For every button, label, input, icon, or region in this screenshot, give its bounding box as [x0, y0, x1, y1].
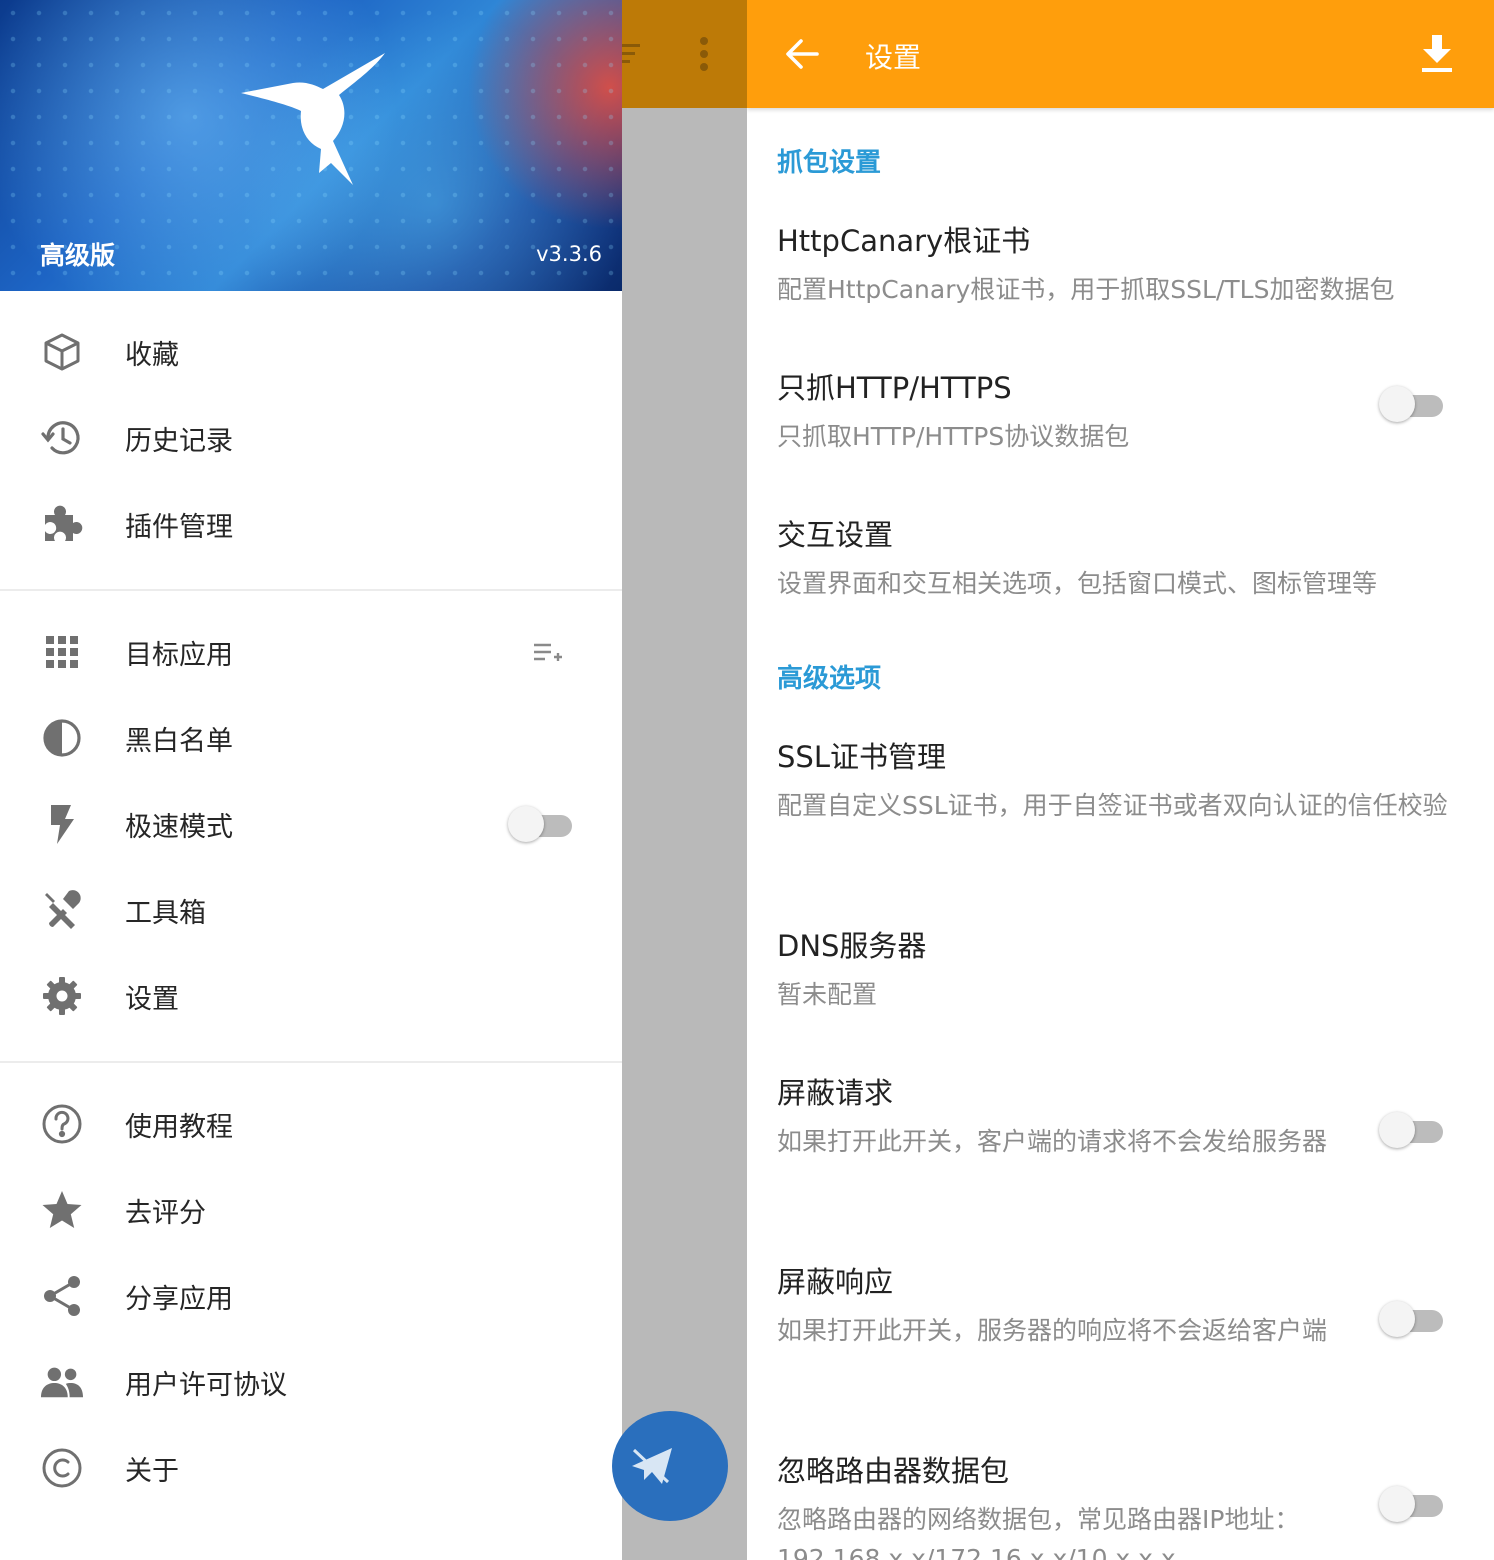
- menu-item-plugins[interactable]: 插件管理: [0, 481, 622, 567]
- app-bar: 设置: [747, 0, 1494, 108]
- menu-item-share[interactable]: 分享应用: [0, 1253, 622, 1339]
- pref-title: 屏蔽请求: [777, 1076, 894, 1110]
- menu-item-blacklist-whitelist[interactable]: 黑白名单: [0, 695, 622, 781]
- menu-item-target-apps[interactable]: 目标应用: [0, 609, 622, 695]
- http-only-switch[interactable]: [1379, 384, 1445, 424]
- drawer-divider: [0, 1061, 622, 1063]
- pref-summary: 暂未配置: [777, 980, 878, 1009]
- paper-plane-off-icon: [632, 1448, 672, 1484]
- menu-item-favorites[interactable]: 收藏: [0, 309, 622, 395]
- menu-item-about[interactable]: 关于: [0, 1425, 622, 1511]
- pref-dns-server[interactable]: DNS服务器 暂未配置: [777, 923, 1467, 1014]
- menu-label: 目标应用: [125, 639, 233, 671]
- menu-label: 极速模式: [125, 811, 233, 843]
- apps-grid-icon: [40, 630, 84, 674]
- plan-label: 高级版: [40, 241, 116, 270]
- section-title-capture: 抓包设置: [777, 148, 882, 178]
- pref-title: 屏蔽响应: [777, 1265, 894, 1299]
- pref-interaction[interactable]: 交互设置 设置界面和交互相关选项，包括窗口模式、图标管理等: [777, 512, 1467, 603]
- block-response-switch[interactable]: [1379, 1299, 1445, 1339]
- menu-label: 去评分: [125, 1197, 206, 1229]
- puzzle-icon: [40, 502, 84, 546]
- add-to-list-icon[interactable]: [533, 642, 563, 664]
- pref-block-response[interactable]: 屏蔽响应 如果打开此开关，服务器的响应将不会返给客户端: [777, 1259, 1337, 1350]
- menu-label: 插件管理: [125, 511, 233, 543]
- more-vert-icon: [700, 37, 708, 71]
- download-icon[interactable]: [1420, 33, 1454, 73]
- drawer-header: 高级版 v3.3.6: [0, 0, 622, 291]
- back-arrow-icon[interactable]: [783, 34, 823, 74]
- page-title: 设置: [865, 41, 922, 74]
- filter-icon: [622, 44, 640, 63]
- history-icon: [40, 416, 84, 460]
- capture-fab: [612, 1411, 728, 1521]
- pref-ssl-certificates[interactable]: SSL证书管理 配置自定义SSL证书，用于自签证书或者双向认证的信任校验: [777, 734, 1467, 825]
- copyright-icon: [40, 1446, 84, 1490]
- pref-summary: 设置界面和交互相关选项，包括窗口模式、图标管理等: [777, 569, 1378, 598]
- pref-http-only[interactable]: 只抓HTTP/HTTPS 只抓取HTTP/HTTPS协议数据包: [777, 365, 1337, 456]
- menu-label: 设置: [125, 983, 179, 1015]
- menu-label: 分享应用: [125, 1283, 233, 1315]
- star-icon: [40, 1188, 84, 1232]
- pref-summary: 如果打开此开关，服务器的响应将不会返给客户端: [777, 1316, 1328, 1345]
- version-label: v3.3.6: [536, 242, 602, 266]
- menu-label: 使用教程: [125, 1111, 233, 1143]
- pref-summary: 配置HttpCanary根证书，用于抓取SSL/TLS加密数据包: [777, 275, 1395, 304]
- share-icon: [40, 1274, 84, 1318]
- pref-summary: 如果打开此开关，客户端的请求将不会发给服务器: [777, 1127, 1328, 1156]
- menu-item-history[interactable]: 历史记录: [0, 395, 622, 481]
- menu-label: 收藏: [125, 339, 179, 371]
- cube-icon: [40, 330, 84, 374]
- menu-item-settings[interactable]: 设置: [0, 953, 622, 1039]
- flash-icon: [40, 802, 84, 846]
- menu-label: 用户许可协议: [125, 1369, 287, 1401]
- pref-ignore-router[interactable]: 忽略路由器数据包 忽略路由器的网络数据包，常见路由器IP地址：192.168.x…: [777, 1448, 1337, 1560]
- menu-label: 历史记录: [125, 425, 233, 457]
- block-request-switch[interactable]: [1379, 1110, 1445, 1150]
- pref-title: 只抓HTTP/HTTPS: [777, 371, 1012, 405]
- menu-label: 关于: [125, 1455, 179, 1487]
- pref-title: HttpCanary根证书: [777, 224, 1031, 258]
- help-icon: [40, 1102, 84, 1146]
- menu-item-toolbox[interactable]: 工具箱: [0, 867, 622, 953]
- pref-summary: 配置自定义SSL证书，用于自签证书或者双向认证的信任校验: [777, 791, 1448, 820]
- pref-title: 忽略路由器数据包: [777, 1454, 1010, 1488]
- dimmed-toolbar: [622, 0, 747, 108]
- drawer-divider: [0, 589, 622, 591]
- menu-label: 工具箱: [125, 897, 206, 929]
- drawer-scrim[interactable]: [612, 0, 747, 1560]
- fast-mode-switch[interactable]: [508, 804, 574, 844]
- section-title-advanced: 高级选项: [777, 664, 882, 694]
- ignore-router-switch[interactable]: [1379, 1484, 1445, 1524]
- menu-label: 黑白名单: [125, 725, 233, 757]
- users-icon: [40, 1360, 84, 1404]
- pref-summary: 忽略路由器的网络数据包，常见路由器IP地址：192.168.x.x/172.16…: [777, 1505, 1300, 1560]
- menu-item-rate[interactable]: 去评分: [0, 1167, 622, 1253]
- pref-root-certificate[interactable]: HttpCanary根证书 配置HttpCanary根证书，用于抓取SSL/TL…: [777, 218, 1467, 309]
- menu-item-fast-mode[interactable]: 极速模式: [0, 781, 622, 867]
- tools-icon: [40, 888, 84, 932]
- contrast-icon: [40, 716, 84, 760]
- navigation-drawer: 高级版 v3.3.6 收藏 历史记录 插件管理 目标应用 黑白名单 极速模式 工…: [0, 0, 622, 1560]
- gear-icon: [40, 974, 84, 1018]
- menu-item-tutorial[interactable]: 使用教程: [0, 1081, 622, 1167]
- hummingbird-logo-icon: [241, 53, 385, 185]
- pref-title: 交互设置: [777, 518, 894, 552]
- pref-title: DNS服务器: [777, 929, 927, 963]
- menu-item-license[interactable]: 用户许可协议: [0, 1339, 622, 1425]
- pref-summary: 只抓取HTTP/HTTPS协议数据包: [777, 422, 1130, 451]
- pref-block-request[interactable]: 屏蔽请求 如果打开此开关，客户端的请求将不会发给服务器: [777, 1070, 1337, 1161]
- settings-screen: 设置 抓包设置 HttpCanary根证书 配置HttpCanary根证书，用于…: [747, 0, 1494, 1560]
- pref-title: SSL证书管理: [777, 740, 946, 774]
